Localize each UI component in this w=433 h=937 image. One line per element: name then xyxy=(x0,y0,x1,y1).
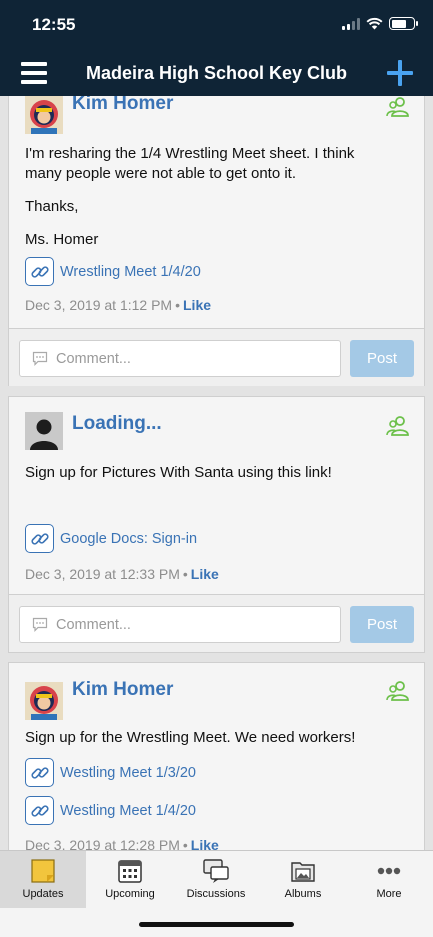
post-timestamp: Dec 3, 2019 at 12:28 PM xyxy=(25,837,180,850)
avatar xyxy=(25,412,63,450)
comment-bar: Comment... Post xyxy=(9,594,424,652)
cellular-signal-icon xyxy=(342,17,360,30)
add-post-icon[interactable] xyxy=(387,60,413,86)
post-author[interactable]: Loading... xyxy=(72,413,162,435)
post-comment-button[interactable]: Post xyxy=(350,606,414,643)
post-card: Kim Homer Sign up for the Wrestling Meet… xyxy=(8,662,425,850)
calendar-icon xyxy=(118,860,142,883)
nav-bar: Madeira High School Key Club xyxy=(0,52,433,96)
post-meta: Dec 3, 2019 at 1:12 PM • Like xyxy=(25,297,212,313)
like-button[interactable]: Like xyxy=(191,566,219,582)
battery-icon xyxy=(389,17,418,30)
comment-icon xyxy=(32,617,48,632)
avatar xyxy=(25,96,63,134)
attachment-label: Westling Meet 1/4/20 xyxy=(60,802,196,819)
page-title: Madeira High School Key Club xyxy=(85,63,348,83)
comment-bar: Comment... Post xyxy=(9,328,424,386)
attachment-link[interactable]: Westling Meet 1/3/20 xyxy=(25,758,196,787)
post-timestamp: Dec 3, 2019 at 12:33 PM xyxy=(25,566,180,582)
post-meta: Dec 3, 2019 at 12:28 PM • Like xyxy=(25,837,219,850)
updates-icon xyxy=(31,859,55,883)
discussions-icon xyxy=(203,859,229,883)
tab-label: Upcoming xyxy=(105,888,155,900)
attachment-label: Google Docs: Sign-in xyxy=(60,530,198,547)
attachment-label: Wrestling Meet 1/4/20 xyxy=(60,263,201,280)
post-text-line: Sign up for Pictures With Santa using th… xyxy=(25,464,332,481)
comment-placeholder: Comment... xyxy=(56,350,131,367)
tab-upcoming[interactable]: Upcoming xyxy=(87,851,173,908)
more-icon xyxy=(377,867,401,875)
link-icon xyxy=(25,796,54,825)
post-card: Loading... Sign up for Pictures With San… xyxy=(8,396,425,653)
post-text-line: Sign up for the Wrestling Meet. We need … xyxy=(25,729,356,746)
updates-feed[interactable]: Kim Homer I'm resharing the 1/4 Wrestlin… xyxy=(0,96,433,850)
status-time: 12:55 xyxy=(32,15,76,34)
comment-placeholder: Comment... xyxy=(56,616,131,633)
post-timestamp: Dec 3, 2019 at 1:12 PM xyxy=(25,297,173,313)
status-icons xyxy=(342,17,418,30)
post-meta: Dec 3, 2019 at 12:33 PM • Like xyxy=(25,566,219,582)
status-bar: 12:55 xyxy=(0,0,433,52)
attachment-link[interactable]: Westling Meet 1/4/20 xyxy=(25,796,196,825)
post-text-line: Ms. Homer xyxy=(25,231,99,248)
tab-more[interactable]: More xyxy=(346,851,432,908)
like-button[interactable]: Like xyxy=(191,837,219,850)
attachment-link[interactable]: Google Docs: Sign-in xyxy=(25,524,197,553)
tab-label: More xyxy=(376,888,402,900)
tab-discussions[interactable]: Discussions xyxy=(173,851,259,908)
comment-input[interactable]: Comment... xyxy=(19,340,341,377)
members-icon[interactable] xyxy=(386,679,410,703)
tab-label: Updates xyxy=(22,888,64,900)
wifi-icon xyxy=(366,17,383,30)
post-comment-button[interactable]: Post xyxy=(350,340,414,377)
tab-label: Discussions xyxy=(186,888,246,900)
tab-updates[interactable]: Updates xyxy=(0,851,86,908)
link-icon xyxy=(25,524,54,553)
post-text-line: Thanks, xyxy=(25,198,79,215)
post-text-line: I'm resharing the 1/4 Wrestling Meet she… xyxy=(25,145,355,162)
comment-icon xyxy=(32,351,48,366)
post-author[interactable]: Kim Homer xyxy=(72,679,173,701)
post-text-line: many people were not able to get onto it… xyxy=(25,165,297,182)
link-icon xyxy=(25,758,54,787)
tab-label: Albums xyxy=(284,888,322,900)
post-author[interactable]: Kim Homer xyxy=(72,96,173,115)
attachment-link[interactable]: Wrestling Meet 1/4/20 xyxy=(25,257,201,286)
attachment-label: Westling Meet 1/3/20 xyxy=(60,764,196,781)
avatar xyxy=(25,682,63,720)
like-button[interactable]: Like xyxy=(183,297,211,313)
home-indicator xyxy=(139,922,294,927)
members-icon[interactable] xyxy=(386,414,410,438)
comment-input[interactable]: Comment... xyxy=(19,606,341,643)
tab-albums[interactable]: Albums xyxy=(260,851,346,908)
link-icon xyxy=(25,257,54,286)
post-card: Kim Homer I'm resharing the 1/4 Wrestlin… xyxy=(8,96,425,386)
albums-icon xyxy=(291,862,315,882)
members-icon[interactable] xyxy=(386,96,410,119)
